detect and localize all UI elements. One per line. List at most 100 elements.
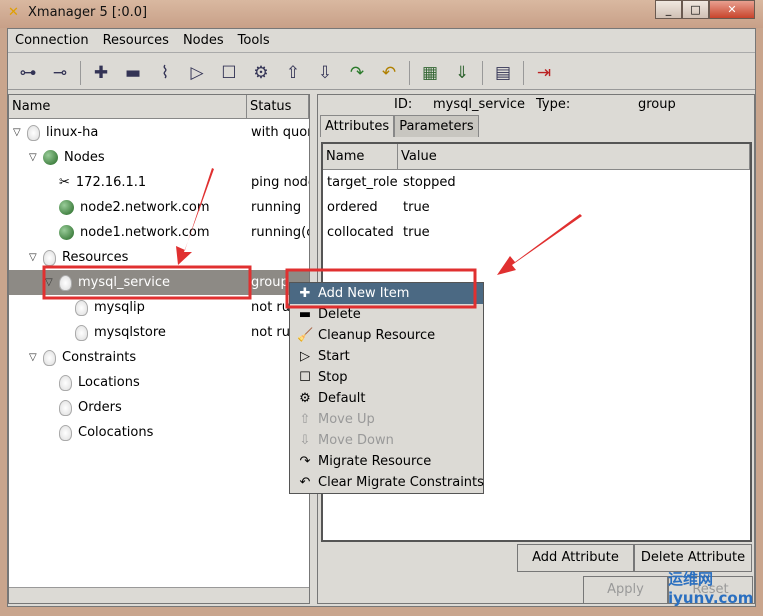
column-name[interactable]: Name (323, 144, 398, 169)
attribute-value: true (403, 200, 430, 215)
tree-row[interactable]: Orders (9, 395, 309, 420)
tree-row[interactable]: Colocations (9, 420, 309, 445)
exit-icon[interactable]: ⇥ (528, 63, 560, 83)
maximize-button[interactable]: □ (682, 0, 709, 19)
menu-item-label: Cleanup Resource (318, 328, 436, 343)
start-icon[interactable]: ▷ (181, 63, 213, 83)
app-logo-icon: ✕ (8, 5, 19, 20)
attribute-value: stopped (403, 175, 456, 190)
tree-row[interactable]: ▽ Resources (9, 245, 309, 270)
bulb-icon (59, 424, 72, 441)
menu-item-move-down[interactable]: ⇩ Move Down (290, 430, 483, 451)
active-icon[interactable]: ⇓ (446, 63, 478, 83)
attribute-row[interactable]: target_role stopped (323, 170, 750, 195)
minimize-button[interactable]: _ (655, 0, 682, 19)
title-bar: ✕ Xmanager 5 [:0.0] _ □ ✕ (0, 0, 763, 28)
attribute-row[interactable]: ordered true (323, 195, 750, 220)
menu-item-clear-migrate-constraints[interactable]: ↶ Clear Migrate Constraints (290, 472, 484, 493)
id-value: mysql_service (433, 97, 526, 112)
expand-arrow-icon[interactable]: ▽ (45, 270, 53, 295)
tree-row-status: with quor (251, 125, 309, 140)
menu-item-cleanup-resource[interactable]: 🧹 Cleanup Resource (290, 325, 483, 346)
tree-row[interactable]: ▽ Nodes (9, 145, 309, 170)
watermark: 运维网 iyunv.com (668, 570, 754, 607)
tree-row[interactable]: node1.network.com running(c (9, 220, 309, 245)
bulb-icon (27, 124, 40, 141)
column-value[interactable]: Value (398, 144, 750, 169)
menu-nodes[interactable]: Nodes (176, 29, 231, 52)
log-icon[interactable]: ▤ (487, 63, 519, 83)
menu-item-move-up[interactable]: ⇧ Move Up (290, 409, 483, 430)
tree-row[interactable]: mysqlstore not ru (9, 320, 309, 345)
cleanup-icon[interactable]: ⌇ (149, 63, 181, 83)
menu-item-icon: ▬ (298, 307, 312, 322)
resource-tree: Name Status ▽ linux-ha with quor ▽ Nodes ✂ 172… (8, 94, 310, 604)
tree-row-name: node2.network.com (80, 200, 210, 215)
add-attribute-button[interactable]: Add Attribute (517, 544, 634, 572)
node-icon (59, 225, 74, 240)
menu-connection[interactable]: Connection (8, 29, 96, 52)
menu-item-default[interactable]: ⚙ Default (290, 388, 483, 409)
type-label: Type: (536, 97, 571, 112)
menu-tools[interactable]: Tools (231, 29, 277, 52)
menu-item-delete[interactable]: ▬ Delete (290, 304, 483, 325)
expand-arrow-icon[interactable]: ▽ (29, 345, 37, 370)
attribute-value: true (403, 225, 430, 240)
bulb-icon (59, 274, 72, 291)
migrate-icon[interactable]: ↷ (341, 63, 373, 83)
menu-item-icon: 🧹 (297, 328, 314, 343)
horizontal-scrollbar[interactable] (9, 587, 309, 603)
tree-row-status: running (251, 200, 302, 215)
type-value: group (638, 97, 676, 112)
tree-row-name: mysqlip (94, 300, 145, 315)
bulb-icon (59, 374, 72, 391)
tree-row[interactable]: mysqlip not ru (9, 295, 309, 320)
connect-icon[interactable]: ⊶ (12, 63, 44, 83)
node-icon (59, 200, 74, 215)
move-up-icon[interactable]: ⇧ (277, 63, 309, 83)
window-title: Xmanager 5 [:0.0] (28, 5, 148, 20)
menu-item-stop[interactable]: ☐ Stop (290, 367, 483, 388)
menu-item-migrate-resource[interactable]: ↷ Migrate Resource (290, 451, 483, 472)
menu-item-add-new-item[interactable]: ✚ Add New Item (290, 283, 483, 304)
tree-row[interactable]: Locations (9, 370, 309, 395)
menu-item-label: Default (318, 391, 366, 406)
expand-arrow-icon[interactable]: ▽ (29, 145, 37, 170)
tree-row[interactable]: node2.network.com running (9, 195, 309, 220)
tree-row-name: 172.16.1.1 (75, 175, 147, 190)
tree-row[interactable]: ▽ Constraints (9, 345, 309, 370)
tree-row[interactable]: ▽ mysql_service group (9, 270, 309, 295)
default-icon[interactable]: ⚙ (245, 63, 277, 83)
clear-migrate-icon[interactable]: ↶ (373, 63, 405, 83)
close-button[interactable]: ✕ (709, 0, 755, 19)
menu-item-start[interactable]: ▷ Start (290, 346, 483, 367)
add-icon[interactable]: ✚ (85, 63, 117, 83)
expand-arrow-icon[interactable]: ▽ (13, 120, 21, 145)
tree-row[interactable]: ✂ 172.16.1.1 ping node (9, 170, 309, 195)
apply-button[interactable]: Apply (583, 576, 668, 604)
menu-item-label: Move Up (318, 412, 375, 427)
tree-row[interactable]: ▽ linux-ha with quor (9, 120, 309, 145)
attribute-row[interactable]: collocated true (323, 220, 750, 245)
menu-item-icon: ▷ (300, 349, 310, 364)
bulb-icon (75, 324, 88, 341)
column-status[interactable]: Status (247, 95, 309, 118)
tree-row-status: running(c (251, 225, 309, 240)
menu-item-icon: ✚ (299, 286, 311, 301)
remove-icon[interactable]: ▬ (117, 63, 149, 83)
menu-resources[interactable]: Resources (96, 29, 176, 52)
tree-row-name: Resources (62, 250, 129, 265)
expand-arrow-icon[interactable]: ▽ (29, 245, 37, 270)
tree-row-name: Colocations (78, 425, 154, 440)
column-name[interactable]: Name (9, 95, 247, 118)
menu-item-icon: ⚙ (299, 391, 311, 406)
bulb-icon (43, 249, 56, 266)
standby-icon[interactable]: ▦ (414, 63, 446, 83)
tab-parameters[interactable]: Parameters (394, 115, 479, 137)
tree-row-name: Constraints (62, 350, 137, 365)
stop-icon[interactable]: ☐ (213, 63, 245, 83)
tab-attributes[interactable]: Attributes (320, 115, 395, 137)
move-down-icon[interactable]: ⇩ (309, 63, 341, 83)
disconnect-icon[interactable]: ⊸ (44, 63, 76, 83)
tree-row-name: Nodes (64, 150, 105, 165)
